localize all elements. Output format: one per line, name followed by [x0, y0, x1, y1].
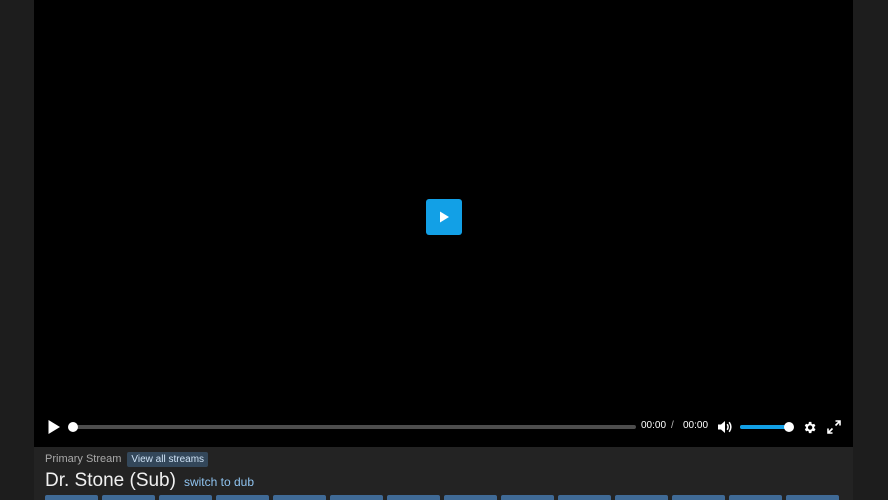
play-icon — [48, 420, 60, 434]
gear-icon — [804, 421, 815, 433]
show-info: Primary Stream View all streams Dr. Ston… — [45, 451, 845, 492]
big-play-button[interactable] — [426, 199, 462, 235]
seek-bar-thumb[interactable] — [68, 422, 78, 432]
current-time: 00:00 — [641, 420, 667, 431]
title-row: Dr. Stone (Sub) switch to dub — [45, 470, 845, 492]
video-player[interactable]: 00:00 / 00:00 — [34, 0, 853, 447]
stream-label: Primary Stream — [45, 453, 122, 465]
episode-button[interactable] — [159, 495, 212, 500]
stream-row: Primary Stream View all streams — [45, 451, 845, 467]
episode-button[interactable] — [615, 495, 668, 500]
volume-icon — [717, 421, 732, 433]
episode-button[interactable] — [444, 495, 497, 500]
episode-button[interactable] — [672, 495, 725, 500]
episode-button[interactable] — [45, 495, 98, 500]
time-separator: / — [671, 420, 674, 431]
volume-slider-thumb[interactable] — [784, 422, 794, 432]
fullscreen-icon — [826, 419, 841, 434]
episode-button[interactable] — [729, 495, 782, 500]
mute-button[interactable] — [716, 419, 733, 435]
episode-button[interactable] — [273, 495, 326, 500]
settings-button[interactable] — [801, 419, 817, 435]
switch-to-dub-link[interactable]: switch to dub — [184, 475, 254, 489]
episode-button[interactable] — [501, 495, 554, 500]
page: 00:00 / 00:00 Primary Stream View all st… — [34, 0, 853, 500]
episode-button[interactable] — [786, 495, 839, 500]
play-icon — [440, 211, 449, 223]
volume-slider-fill — [740, 425, 789, 429]
episode-button[interactable] — [387, 495, 440, 500]
total-time: 00:00 — [683, 420, 709, 431]
seek-bar[interactable] — [68, 422, 636, 432]
episode-button[interactable] — [102, 495, 155, 500]
episode-list — [45, 495, 839, 500]
episode-button[interactable] — [216, 495, 269, 500]
page-title: Dr. Stone (Sub) — [45, 470, 176, 491]
play-button[interactable] — [46, 418, 62, 436]
volume-slider[interactable] — [740, 422, 794, 432]
view-all-streams-button[interactable]: View all streams — [127, 451, 209, 467]
fullscreen-button[interactable] — [826, 419, 841, 434]
episode-button[interactable] — [558, 495, 611, 500]
player-controls: 00:00 / 00:00 — [34, 407, 853, 447]
episode-button[interactable] — [330, 495, 383, 500]
